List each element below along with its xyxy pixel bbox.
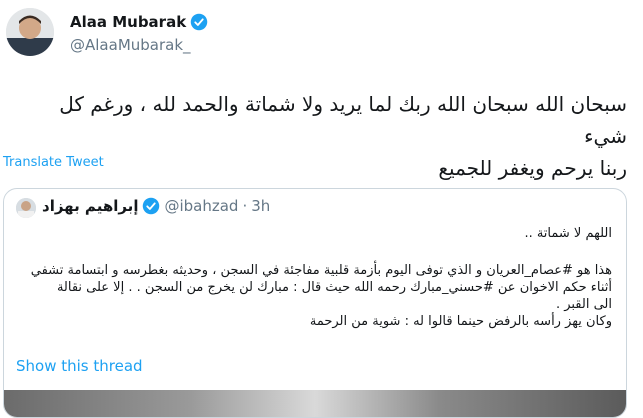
quoted-tweet-card[interactable]: إبراهيم بهزاد @ibahzad · 3h اللهم لا شما… xyxy=(3,188,627,418)
author-name-row[interactable]: Alaa Mubarak xyxy=(70,13,208,31)
author-avatar[interactable] xyxy=(6,8,54,56)
verified-badge-icon xyxy=(190,13,208,31)
tweet-line: ربنا يرحم ويغفر للجميع xyxy=(438,156,627,180)
quoted-author-name: إبراهيم بهزاد xyxy=(42,197,139,215)
quoted-line: هذا هو #عصام_العريان و الذي توفى اليوم ب… xyxy=(30,263,612,278)
quoted-avatar-image xyxy=(16,198,36,218)
quoted-line: أثناء حكم الاخوان عن #حسني_مبارك رحمه ال… xyxy=(56,280,612,295)
author-name[interactable]: Alaa Mubarak xyxy=(70,13,186,31)
author-handle[interactable]: @AlaaMubarak_ xyxy=(70,36,191,54)
tweet-line: سبحان الله سبحان الله ربك لما يريد ولا ش… xyxy=(59,92,627,148)
tweet-text: سبحان الله سبحان الله ربك لما يريد ولا ش… xyxy=(17,88,627,184)
quoted-line: وكان يهز رأسه بالرفض حينما قالوا له : شو… xyxy=(309,314,612,329)
quoted-line: الى القبر . xyxy=(555,297,612,312)
quoted-timestamp: 3h xyxy=(251,197,271,215)
quoted-handle: @ibahzad xyxy=(164,197,239,215)
quoted-separator: · xyxy=(242,197,248,215)
show-thread-link[interactable]: Show this thread xyxy=(16,357,143,375)
quoted-header: إبراهيم بهزاد @ibahzad · 3h xyxy=(42,197,270,215)
translate-tweet-link[interactable]: Translate Tweet xyxy=(3,155,104,170)
quoted-line: اللهم لا شماتة .. xyxy=(524,226,612,241)
quoted-text: اللهم لا شماتة .. هذا هو #عصام_العريان و… xyxy=(12,225,612,330)
author-avatar-image xyxy=(6,8,54,56)
quoted-verified-badge-icon xyxy=(143,197,160,215)
quoted-author-avatar xyxy=(16,198,36,218)
quoted-media-preview[interactable] xyxy=(4,390,626,417)
